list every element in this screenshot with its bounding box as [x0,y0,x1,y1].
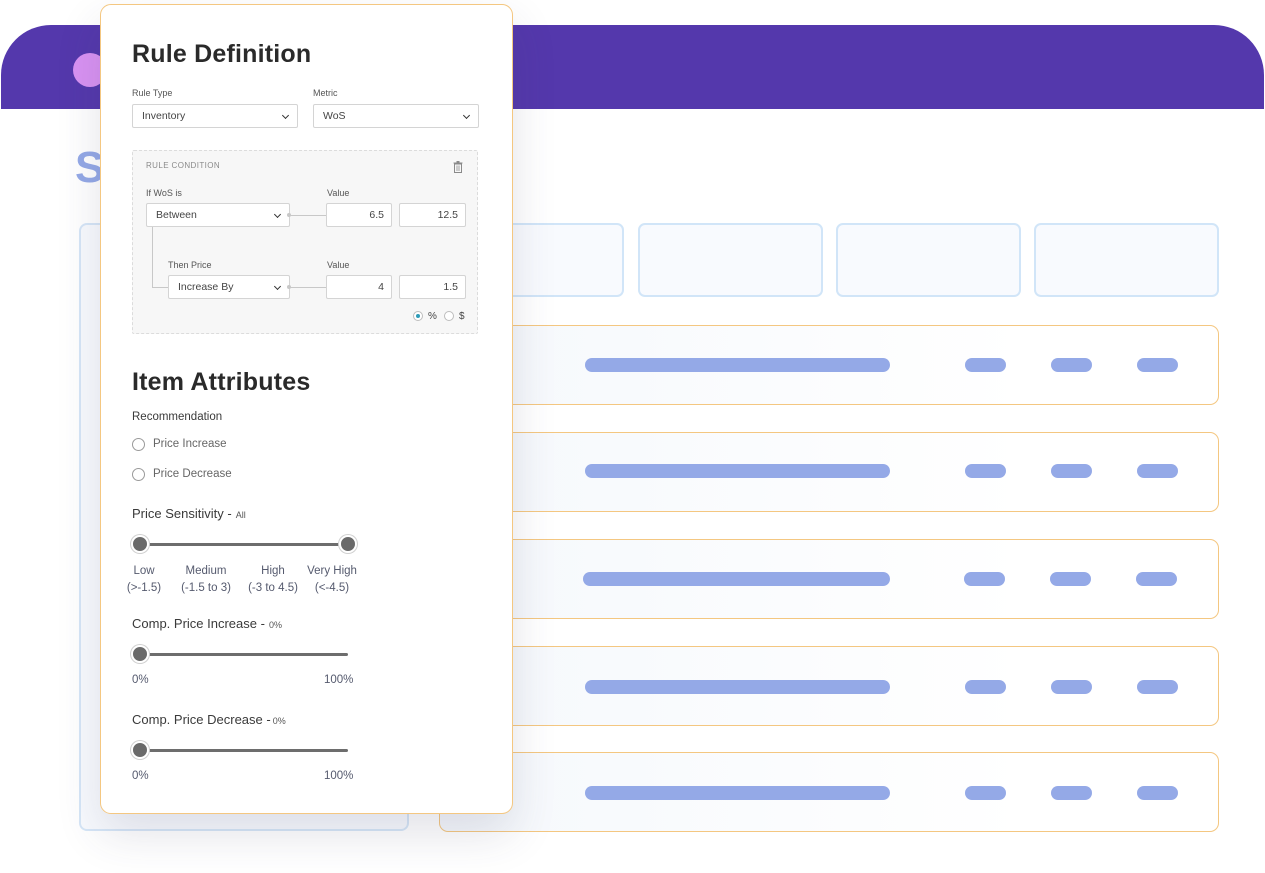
if-value-label: Value [327,188,350,198]
unit-percent-radio[interactable] [413,311,423,321]
metric-value: WoS [323,110,346,122]
price-sensitivity-label-text: Price Sensitivity - [132,506,232,521]
rule-condition-header: RULE CONDITION [146,161,221,170]
then-min-value-input[interactable]: 4 [326,275,392,299]
placeholder-text-bar [585,786,890,800]
placeholder-text-bar [585,680,890,694]
placeholder-value-bar [1137,680,1178,694]
comp-price-decrease-handle[interactable] [131,741,149,759]
chevron-down-icon [281,111,290,120]
rule-condition-box [132,150,478,334]
sensitivity-scale-high: High (-3 to 4.5) [242,563,304,597]
placeholder-text-bar [585,464,890,478]
metric-select[interactable]: WoS [313,104,479,128]
placeholder-value-bar [1136,572,1177,586]
placeholder-value-bar [965,358,1006,372]
comp-price-decrease-slider-track[interactable] [140,749,348,752]
chevron-down-icon [273,282,282,291]
placeholder-value-bar [1051,358,1092,372]
scale-range: (>-1.5) [126,582,162,594]
comp-price-increase-label-text: Comp. Price Increase - [132,616,265,631]
placeholder-value-bar [1051,680,1092,694]
comp-price-increase-value: 0% [268,620,282,630]
kpi-card [1034,223,1219,297]
chevron-down-icon [462,111,471,120]
comp-price-increase-handle[interactable] [131,645,149,663]
item-attributes-title: Item Attributes [132,368,311,396]
price-sensitivity-min-handle[interactable] [131,535,149,553]
if-min-value-input[interactable]: 6.5 [326,203,392,227]
placeholder-value-bar [965,680,1006,694]
unit-percent-label: % [428,311,437,322]
scale-name: Medium [185,565,227,577]
then-action-select[interactable]: Increase By [168,275,290,299]
placeholder-value-bar [965,464,1006,478]
metric-label: Metric [313,88,338,98]
screen: S Rule Definition Rule Type Inventory Me… [0,0,1265,873]
price-sensitivity-max-handle[interactable] [339,535,357,553]
comp-price-decrease-label-text: Comp. Price Decrease - [132,712,271,727]
scale-name: Very High [307,565,357,577]
comp-price-decrease-value: 0% [272,716,286,726]
rule-type-select[interactable]: Inventory [132,104,298,128]
placeholder-value-bar [1137,786,1178,800]
comp-price-decrease-label: Comp. Price Decrease -0% [132,712,286,727]
comp-price-increase-label: Comp. Price Increase -0% [132,616,282,631]
recommendation-label: Recommendation [132,411,223,423]
scale-range: (-3 to 4.5) [248,582,298,594]
price-increase-label: Price Increase [153,438,227,450]
price-decrease-radio[interactable] [132,468,145,481]
scale-name: Low [133,565,155,577]
then-max-value-input[interactable]: 1.5 [399,275,466,299]
unit-dollar-label: $ [459,311,465,322]
then-price-label: Then Price [168,260,212,270]
scale-name: High [261,565,285,577]
tree-connector-line [152,287,168,288]
placeholder-value-bar [1137,464,1178,478]
placeholder-value-bar [1051,464,1092,478]
placeholder-value-bar [1051,786,1092,800]
comp-price-increase-max-label: 100% [324,674,354,686]
rule-type-label: Rule Type [132,88,173,98]
comp-price-increase-min-label: 0% [132,674,149,686]
comp-price-increase-slider-track[interactable] [140,653,348,656]
connector-line [290,215,326,216]
placeholder-text-bar [583,572,890,586]
kpi-card [836,223,1021,297]
placeholder-value-bar [965,786,1006,800]
sensitivity-scale-very-high: Very High (<-4.5) [302,563,362,597]
price-decrease-label: Price Decrease [153,468,232,480]
unit-dollar-radio[interactable] [444,311,454,321]
placeholder-value-bar [1050,572,1091,586]
placeholder-value-bar [964,572,1005,586]
if-operator-select[interactable]: Between [146,203,290,227]
then-value-label: Value [327,260,350,270]
then-action-value: Increase By [178,281,234,293]
connector-line [290,287,326,288]
comp-price-decrease-max-label: 100% [324,770,354,782]
price-sensitivity-label: Price Sensitivity - All [132,506,246,521]
price-sensitivity-selection: All [235,510,246,520]
rule-definition-title: Rule Definition [132,40,312,68]
placeholder-text-bar [585,358,890,372]
comp-price-decrease-min-label: 0% [132,770,149,782]
scale-range: (-1.5 to 3) [181,582,231,594]
kpi-card [638,223,823,297]
tree-connector-line [152,227,153,288]
if-max-value-input[interactable]: 12.5 [399,203,466,227]
if-condition-label: If WoS is [146,188,182,198]
rule-type-value: Inventory [142,110,186,122]
price-increase-radio[interactable] [132,438,145,451]
chevron-down-icon [273,210,282,219]
placeholder-value-bar [1137,358,1178,372]
sensitivity-scale-medium: Medium (-1.5 to 3) [175,563,237,597]
trash-icon[interactable] [453,161,463,173]
price-sensitivity-slider-track[interactable] [140,543,348,546]
sensitivity-scale-low: Low (>-1.5) [126,563,162,597]
if-operator-value: Between [156,209,197,221]
scale-range: (<-4.5) [314,582,350,594]
